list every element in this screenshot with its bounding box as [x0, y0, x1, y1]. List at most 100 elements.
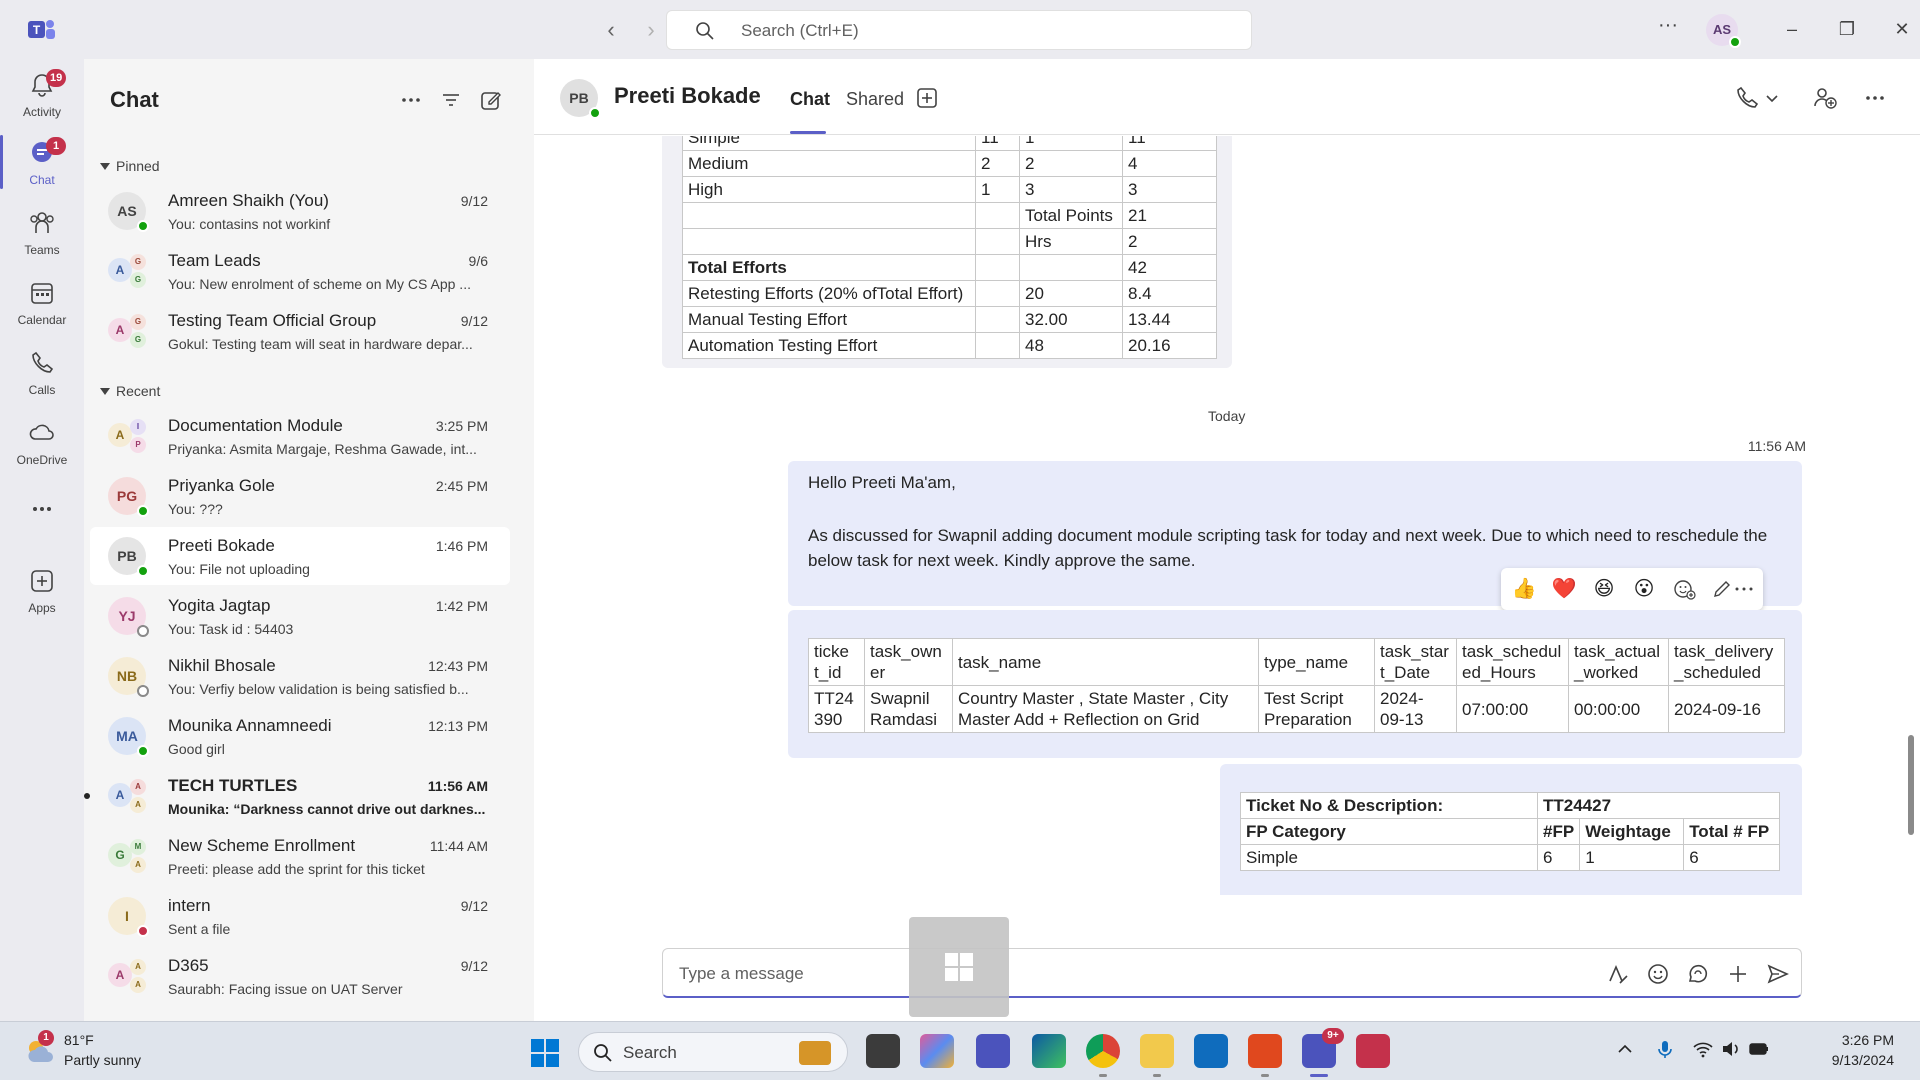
volume-icon[interactable]: [1720, 1038, 1742, 1060]
minimize-icon[interactable]: –: [1777, 14, 1807, 44]
more-options-icon[interactable]: [398, 87, 424, 113]
more-options-icon[interactable]: [1862, 85, 1888, 111]
rail-item-calls[interactable]: Calls: [0, 341, 84, 403]
message-card[interactable]: Simple 11 1 11 Medium 2 2 4 High 1 3 3 Total Points 2…: [662, 136, 1232, 368]
chat-name: Amreen Shaikh (You): [168, 191, 329, 210]
chat-item-d365[interactable]: A A A D365 9/12 Saurabh: Facing issue on…: [90, 947, 510, 1005]
more-options-icon[interactable]: ···: [1656, 14, 1680, 44]
rail-item-apps[interactable]: Apps: [0, 559, 84, 621]
rail-item-onedrive[interactable]: OneDrive: [0, 411, 84, 473]
scrollbar-thumb[interactable]: [1908, 735, 1914, 835]
avatar[interactable]: PB: [560, 79, 601, 119]
format-text-icon[interactable]: [1605, 961, 1631, 987]
new-chat-icon[interactable]: [478, 87, 504, 113]
more-options-icon[interactable]: [1733, 576, 1755, 602]
calendar-icon: [31, 283, 53, 304]
microphone-icon[interactable]: [1654, 1038, 1676, 1060]
tab-chat[interactable]: Chat: [790, 89, 830, 110]
battery-icon[interactable]: [1748, 1038, 1770, 1060]
user-avatar[interactable]: AS: [1706, 14, 1741, 48]
loop-component-icon[interactable]: [1685, 961, 1711, 987]
teams-personal-icon[interactable]: [976, 1034, 1010, 1068]
conversation-title[interactable]: Preeti Bokade: [614, 83, 761, 109]
chevron-up-icon[interactable]: [1614, 1038, 1636, 1060]
brave-icon[interactable]: [1248, 1034, 1282, 1068]
weather-temperature[interactable]: 81°F: [64, 1032, 94, 1048]
rail-item-teams[interactable]: Teams: [0, 201, 84, 263]
back-arrow-icon[interactable]: ‹: [598, 17, 624, 43]
chat-item-testing-team-official-group[interactable]: A G G Testing Team Official Group 9/12 G…: [90, 302, 510, 360]
chat-item-nikhil-bhosale[interactable]: NB Nikhil Bhosale 12:43 PM You: Verfiy b…: [90, 647, 510, 705]
chat-item-priyanka-gole[interactable]: PG Priyanka Gole 2:45 PM You: ???: [90, 467, 510, 525]
chat-item-preeti-bokade[interactable]: PB Preeti Bokade 1:46 PM You: File not u…: [90, 527, 510, 585]
forward-arrow-icon[interactable]: ›: [638, 17, 664, 43]
table-cell: TT24 390: [808, 685, 865, 733]
send-icon[interactable]: [1765, 961, 1791, 987]
rail-item-activity[interactable]: 19 Activity: [0, 63, 84, 125]
chat-time: 2:45 PM: [435, 478, 488, 494]
taskbar: 1 81°F Partly sunny Search 9+ 3:26 PM 9/…: [0, 1021, 1920, 1080]
add-tab-icon[interactable]: [914, 85, 940, 111]
running-indicator: [1153, 1074, 1161, 1077]
plus-icon[interactable]: [1725, 961, 1751, 987]
taskbar-search[interactable]: Search: [578, 1032, 848, 1072]
chat-item-mounika-annamneedi[interactable]: MA Mounika Annamneedi 12:13 PM Good girl: [90, 707, 510, 765]
pinned-section-header[interactable]: Pinned: [100, 158, 160, 174]
tab-shared[interactable]: Shared: [846, 89, 904, 110]
windows-logo-icon: [945, 953, 973, 981]
chat-item-new-scheme-enrollment[interactable]: G M A New Scheme Enrollment 11:44 AM Pre…: [90, 827, 510, 885]
clock-time[interactable]: 3:26 PM: [1808, 1032, 1894, 1048]
message-list[interactable]: Simple 11 1 11 Medium 2 2 4 High 1 3 3 Total Points 2…: [534, 136, 1920, 950]
file-explorer-icon[interactable]: [1140, 1034, 1174, 1068]
message-input[interactable]: [679, 961, 1479, 987]
edge-icon[interactable]: [1032, 1034, 1066, 1068]
screen-recorder-icon[interactable]: [1356, 1034, 1390, 1068]
message-composer: [662, 948, 1802, 998]
chat-name: TECH TURTLES: [168, 776, 298, 795]
teams-logo-icon[interactable]: T: [28, 18, 56, 42]
table-cell: Total Efforts: [682, 254, 976, 281]
filter-icon[interactable]: [438, 87, 464, 113]
surprised-icon[interactable]: 😮: [1631, 576, 1657, 602]
presence-available-icon: [137, 745, 149, 757]
rail-item-calendar[interactable]: Calendar: [0, 271, 84, 333]
task-view-icon[interactable]: [866, 1034, 900, 1068]
table-row: Retesting Efforts (20% ofTotal Effort) 20…: [682, 280, 1217, 307]
table-cell: 1: [1579, 844, 1685, 871]
rail-more-apps[interactable]: [0, 487, 84, 549]
chat-item-tech-turtles[interactable]: A A A TECH TURTLES 11:56 AM Mounika: “Da…: [84, 767, 510, 825]
search-box[interactable]: Search (Ctrl+E): [666, 10, 1252, 50]
chat-item-yogita-jagtap[interactable]: YJ Yogita Jagtap 1:42 PM You: Task id : …: [90, 587, 510, 645]
table-cell: Swapnil Ramdasi: [864, 685, 953, 733]
thumbs-up-icon[interactable]: 👍: [1511, 576, 1537, 602]
table-cell: [975, 228, 1020, 255]
chat-item-intern[interactable]: I intern 9/12 Sent a file: [90, 887, 510, 945]
laugh-icon[interactable]: 😆: [1591, 576, 1617, 602]
chat-item-amreen-shaikh[interactable]: AS Amreen Shaikh (You) 9/12 You: contasi…: [90, 182, 510, 240]
chat-list-pane: Chat Pinned AS Amreen Shaikh (You) 9/12 …: [84, 59, 534, 1021]
wifi-icon[interactable]: [1692, 1038, 1714, 1060]
restore-icon[interactable]: ❐: [1832, 14, 1862, 44]
add-reaction-icon[interactable]: [1671, 576, 1697, 602]
teams-icon[interactable]: 9+: [1302, 1028, 1344, 1068]
message-card-own[interactable]: ticke t_id task_own er task_name type_na…: [788, 610, 1802, 758]
emoji-icon[interactable]: [1645, 961, 1671, 987]
clock-date[interactable]: 9/13/2024: [1794, 1052, 1894, 1068]
chevron-down-icon[interactable]: [1764, 85, 1780, 111]
chat-item-documentation-module[interactable]: A I P Documentation Module 3:25 PM Priya…: [90, 407, 510, 465]
recent-section-header[interactable]: Recent: [100, 383, 160, 399]
add-people-icon[interactable]: [1812, 85, 1838, 111]
weather-description[interactable]: Partly sunny: [64, 1052, 141, 1068]
phone-icon[interactable]: [1734, 85, 1760, 111]
copilot-icon[interactable]: [920, 1034, 954, 1068]
chat-time: 11:56 AM: [427, 778, 488, 794]
outlook-icon[interactable]: [1194, 1034, 1228, 1068]
chat-time: 1:42 PM: [435, 598, 488, 614]
chrome-icon[interactable]: [1086, 1034, 1120, 1068]
edit-pencil-icon[interactable]: [1709, 576, 1735, 602]
heart-icon[interactable]: ❤️: [1551, 576, 1577, 602]
chat-item-team-leads[interactable]: A G G Team Leads 9/6 You: New enrolment …: [90, 242, 510, 300]
close-icon[interactable]: ✕: [1887, 14, 1917, 44]
windows-start-icon[interactable]: [530, 1038, 560, 1068]
rail-item-chat[interactable]: 1 Chat: [0, 131, 84, 193]
